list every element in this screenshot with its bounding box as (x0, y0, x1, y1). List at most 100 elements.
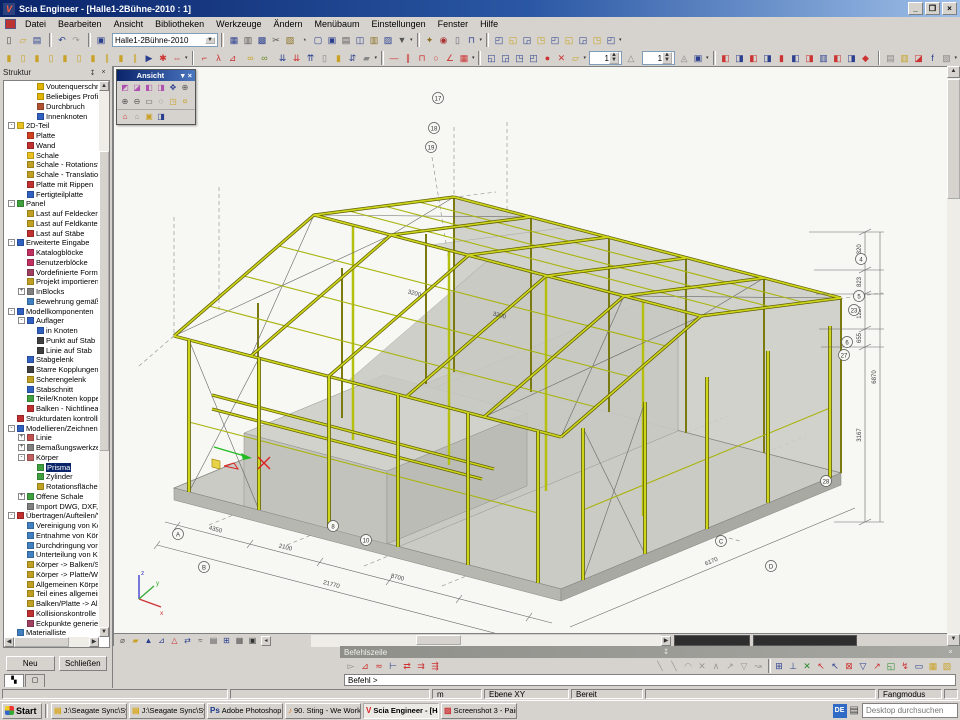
draw-tool-icon[interactable]: ▦ (457, 51, 471, 65)
menu-item[interactable]: Einstellungen (366, 18, 432, 30)
v-scroll-down-icon[interactable]: ▼ (947, 634, 960, 646)
scroll-down-icon[interactable]: ▼ (99, 627, 109, 637)
tree-item[interactable]: Voutenquerschnitt (5, 82, 98, 92)
viewport-tool-icon[interactable]: ▦ (233, 635, 246, 647)
snap-tool-icon[interactable]: ▧ (940, 659, 954, 673)
activity-spinner-2[interactable]: 1▲▼ (642, 51, 675, 65)
snap-tool-icon[interactable]: ▦ (926, 659, 940, 673)
scroll-up-icon[interactable]: ▲ (99, 81, 109, 91)
render-tool-icon[interactable]: ⌂ (131, 111, 143, 123)
view-tool-icon[interactable]: ◩ (119, 82, 131, 94)
load-tool-icon[interactable]: ◨ (761, 51, 775, 65)
pin-icon[interactable]: ↧ (661, 648, 672, 656)
minimize-button[interactable]: _ (908, 2, 923, 15)
selection-tool-icon[interactable]: ▻ (344, 659, 358, 673)
zoom-tool-icon[interactable]: ¤ (179, 96, 191, 108)
member-tool-icon[interactable]: ⇔ (170, 51, 184, 65)
h-scroll-right-icon[interactable]: ▶ (661, 636, 671, 646)
selection-tool-icon[interactable]: ≂ (372, 659, 386, 673)
taskbar-task-button[interactable]: Ps Adobe Photoshop CS3 E... (207, 703, 283, 719)
taskbar-task-button[interactable]: ▨ Screenshot 3 - Paint (441, 703, 517, 719)
tree-horizontal-scrollbar[interactable]: ◀ ▶ (4, 637, 99, 647)
view-tool-icon[interactable]: ◪ (131, 82, 143, 94)
tree-item[interactable]: Fertigteilplatte (5, 189, 98, 199)
load-tool-icon[interactable]: ◨ (845, 51, 859, 65)
menu-item[interactable]: Werkzeuge (210, 18, 267, 30)
tree-item[interactable]: Entnahme von Körper (5, 531, 98, 541)
toolbar-icon[interactable]: ▰ (359, 51, 373, 65)
toolbar-icon[interactable]: ◫ (353, 33, 367, 47)
tree-expand-toggle[interactable]: - (18, 454, 25, 461)
viewport-tool-icon[interactable]: ▣ (246, 635, 259, 647)
member-tool-icon[interactable]: ▮ (2, 51, 16, 65)
toolbar-icon[interactable]: ⇊ (275, 51, 289, 65)
toolbar-icon[interactable]: ⊓ (465, 33, 479, 47)
tree-item[interactable]: - Auflager (5, 316, 98, 326)
tree-item[interactable]: Körper -> Balken/Stü (5, 560, 98, 570)
tree-item[interactable]: Wand (5, 141, 98, 151)
tree-item[interactable]: Punkt auf Stab (5, 336, 98, 346)
animation-bar-2[interactable] (753, 635, 857, 646)
toolbar-icon[interactable]: ∞ (243, 51, 257, 65)
command-input[interactable]: Befehl > (344, 674, 956, 686)
tree-item[interactable]: Prisma (5, 462, 98, 472)
taskbar-task-button[interactable]: V Scia Engineer - [Halle... (363, 703, 439, 719)
tree-item[interactable]: Zylinder (5, 472, 98, 482)
tree-item[interactable]: Schale - Rotationsfläc (5, 160, 98, 170)
member-tool-icon[interactable]: ✱ (156, 51, 170, 65)
selection-tool-icon[interactable]: ⇄ (400, 659, 414, 673)
spinner-arrows-icon[interactable]: ▲▼ (609, 52, 619, 64)
snap-tool-icon[interactable]: ⊠ (842, 659, 856, 673)
animation-bar-1[interactable] (674, 635, 750, 646)
toolbar-icon[interactable]: ◲ (498, 51, 512, 65)
render-tool-icon[interactable]: ◨ (155, 111, 167, 123)
tree-item[interactable]: Beliebiges Profil (5, 92, 98, 102)
ansicht-palette-title[interactable]: Ansicht ▾ × (117, 70, 195, 81)
window-icon[interactable]: ▣ (94, 33, 108, 47)
toolbar-icon[interactable]: ▥ (897, 51, 911, 65)
tree-expand-toggle[interactable]: - (8, 239, 15, 246)
tree-item[interactable]: Teil eines allgemeiner (5, 589, 98, 599)
toolbar-icon[interactable]: ▱ (568, 51, 582, 65)
menu-item[interactable]: Datei (19, 18, 52, 30)
v-scroll-thumb[interactable] (947, 79, 960, 199)
mdi-child-icon[interactable] (5, 19, 16, 29)
toolbar-icon[interactable]: ▤ (883, 51, 897, 65)
toolbar-icon[interactable]: ▯ (451, 33, 465, 47)
tree-item[interactable]: Platte mit Rippen (5, 180, 98, 190)
toolbar-icon[interactable]: ⇊ (289, 51, 303, 65)
tree-item[interactable]: - Übertragen/Aufteilen/Ve (5, 511, 98, 521)
tab-window-view[interactable]: ▢ (25, 674, 45, 687)
view-tool-icon[interactable]: ⊕ (179, 82, 191, 94)
tree-item[interactable]: - Modellieren/Zeichnen (5, 423, 98, 433)
viewport-tool-icon[interactable]: ⇄ (181, 635, 194, 647)
tree-vertical-scrollbar[interactable]: ▲ ▼ (99, 81, 109, 637)
menu-item[interactable]: Menübaum (309, 18, 366, 30)
tree-item[interactable]: Last auf Stäbe (5, 228, 98, 238)
maximize-button[interactable]: ❐ (925, 2, 940, 15)
member-tool-icon[interactable]: ▯ (72, 51, 86, 65)
toolbar-icon[interactable]: ▥ (241, 33, 255, 47)
member-tool-icon[interactable]: ∥ (100, 51, 114, 65)
ansicht-palette[interactable]: Ansicht ▾ × ◩◪◧◨✥⊕ ⊕⊖▭◌◳¤ ⌂⌂▣◨ (116, 69, 196, 125)
draw-tool-icon[interactable]: ∥ (401, 51, 415, 65)
tree-item[interactable]: Materialliste (5, 628, 98, 636)
befehlszeile-title-bar[interactable]: Befehlszeile ↧ × (340, 646, 960, 658)
menu-item[interactable]: Ansicht (108, 18, 150, 30)
tab-tree-view[interactable]: ▚ (4, 674, 24, 687)
scroll-left-icon[interactable]: ◀ (4, 637, 14, 647)
snap-tool-icon[interactable]: ╲ (653, 659, 667, 673)
tree-item[interactable]: Kollisionskontrolle vor (5, 609, 98, 619)
viewport-tool-icon[interactable]: ▰ (129, 635, 142, 647)
tree-item[interactable]: Teile/Knoten koppeln (5, 394, 98, 404)
tree-item[interactable]: Strukturdaten kontrolliere (5, 414, 98, 424)
menu-item[interactable]: Hilfe (474, 18, 504, 30)
toolbar-icon[interactable]: ✕ (554, 51, 568, 65)
toolbar-icon[interactable]: ⌐ (197, 51, 211, 65)
toolbar-icon[interactable]: ▯ (2, 33, 16, 47)
tree-expand-toggle[interactable]: - (8, 122, 15, 129)
taskbar-task-button[interactable]: ▤ J:\Seagate Sync\SyncRe... (129, 703, 205, 719)
viewport-tool-icon[interactable]: ▲ (142, 635, 155, 647)
toolbar-icon[interactable]: ∞ (257, 51, 271, 65)
toolbar-icon[interactable]: ◬ (677, 51, 691, 65)
